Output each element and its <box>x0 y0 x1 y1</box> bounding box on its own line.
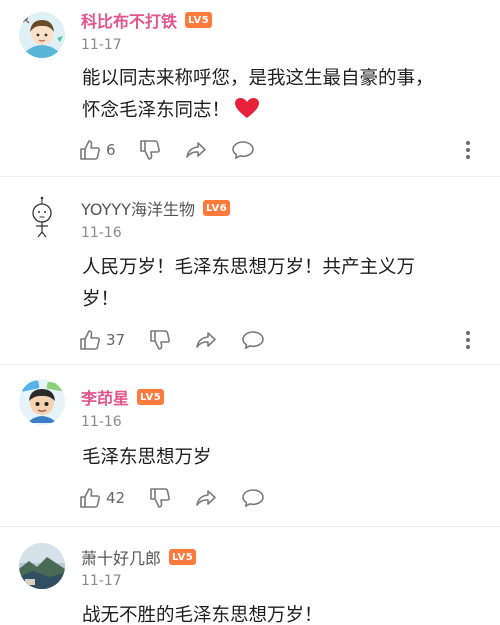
comment-text: 能以同志来称呼您，是我这生最自豪的事， 怀念毛泽东同志！ <box>82 63 482 127</box>
username[interactable]: 李茚星 <box>81 385 129 409</box>
reply-button[interactable] <box>241 329 265 351</box>
comment-icon <box>242 489 264 508</box>
comment-actions: 42 <box>79 484 489 512</box>
share-icon <box>196 332 216 348</box>
comment-actions: 6 <box>79 136 489 164</box>
avatar[interactable] <box>19 379 65 425</box>
comment-text: 毛泽东思想万岁 <box>82 442 482 474</box>
comment-actions: 37 <box>79 326 489 354</box>
share-button[interactable] <box>195 329 217 351</box>
name-row: 科比布不打铁 LV5 <box>81 8 213 32</box>
like-count: 42 <box>106 489 126 507</box>
dislike-button[interactable] <box>149 329 171 351</box>
comment-line: 能以同志来称呼您，是我这生最自豪的事， <box>82 68 434 89</box>
thumbs-down-icon <box>139 140 160 160</box>
level-badge: LV5 <box>185 12 213 28</box>
more-icon <box>466 141 470 159</box>
comment-line: 岁！ <box>82 289 120 310</box>
cartoon-character-avatar-icon <box>19 379 65 425</box>
name-row: YOYYY海洋生物 LV6 <box>81 196 231 220</box>
level-badge: LV5 <box>169 549 197 565</box>
comment-date: 11-17 <box>81 37 122 53</box>
comment-line: 战无不胜的毛泽东思想万岁！ <box>82 605 323 625</box>
thumbs-up-icon <box>80 488 100 508</box>
comment-icon <box>242 331 264 350</box>
like-count: 37 <box>106 331 126 349</box>
comment-line: 人民万岁！毛泽东思想万岁！共产主义万 <box>82 257 416 278</box>
name-row: 李茚星 LV5 <box>81 385 165 409</box>
comment-line-text: 怀念毛泽东同志！ <box>82 100 231 121</box>
stick-figure-avatar-icon <box>19 192 65 238</box>
avatar[interactable] <box>19 543 65 589</box>
comment-date: 11-16 <box>81 225 122 241</box>
like-button[interactable]: 42 <box>79 487 125 509</box>
more-options-button[interactable] <box>465 330 471 350</box>
dislike-button[interactable] <box>139 139 161 161</box>
comment-date: 11-17 <box>81 573 122 589</box>
avatar[interactable] <box>19 192 65 238</box>
username[interactable]: YOYYY海洋生物 <box>81 196 195 220</box>
reply-button[interactable] <box>231 139 255 161</box>
more-options-button[interactable] <box>465 140 471 160</box>
divider <box>0 176 500 177</box>
username[interactable]: 萧十好几郎 <box>81 545 161 569</box>
comment-line: 毛泽东思想万岁 <box>82 447 212 468</box>
divider <box>0 364 500 365</box>
cartoon-boy-avatar-icon <box>19 12 65 58</box>
thumbs-down-icon <box>150 330 170 350</box>
thumbs-up-icon <box>80 330 100 350</box>
comment-icon <box>231 141 254 160</box>
comment-text: 人民万岁！毛泽东思想万岁！共产主义万 岁！ <box>82 252 482 316</box>
share-icon <box>185 142 206 158</box>
like-button[interactable]: 37 <box>79 329 125 351</box>
comment-text: 战无不胜的毛泽东思想万岁！ <box>82 600 482 625</box>
thumbs-up-icon <box>80 140 100 160</box>
share-icon <box>196 490 216 506</box>
username[interactable]: 科比布不打铁 <box>81 8 177 32</box>
comment-date: 11-16 <box>81 414 122 430</box>
like-button[interactable]: 6 <box>79 139 116 161</box>
name-row: 萧十好几郎 LV5 <box>81 545 197 569</box>
more-icon <box>466 331 470 349</box>
level-badge: LV5 <box>137 389 165 405</box>
comment-line: 怀念毛泽东同志！ <box>82 95 482 127</box>
avatar[interactable] <box>19 12 65 58</box>
share-button[interactable] <box>185 139 207 161</box>
thumbs-down-icon <box>150 488 170 508</box>
share-button[interactable] <box>195 487 217 509</box>
dislike-button[interactable] <box>149 487 171 509</box>
red-heart-icon <box>235 98 260 118</box>
level-badge: LV6 <box>202 200 231 216</box>
divider <box>0 526 500 527</box>
landscape-photo-avatar-icon <box>19 543 65 589</box>
like-count: 6 <box>106 141 116 159</box>
reply-button[interactable] <box>241 487 265 509</box>
